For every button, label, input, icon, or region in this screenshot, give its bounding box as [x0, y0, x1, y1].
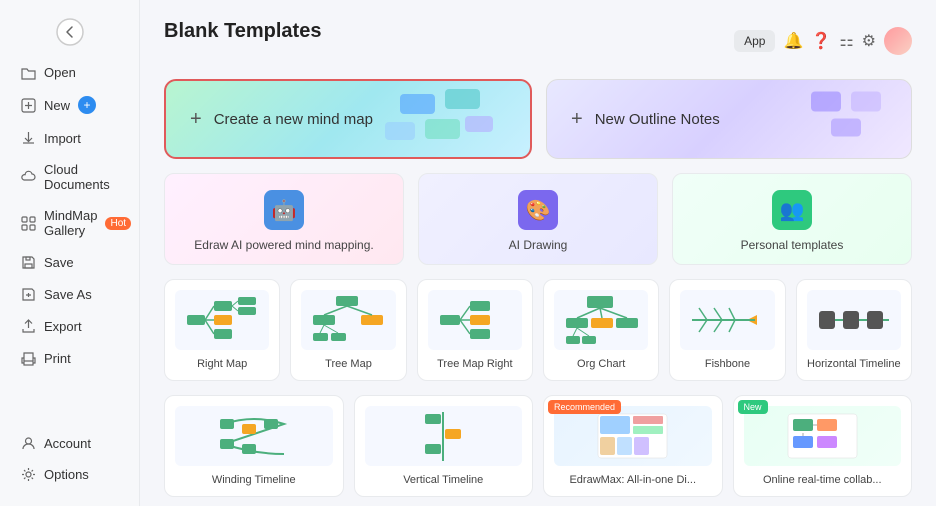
sidebar-label-gallery: MindMap Gallery: [44, 208, 97, 238]
template-card-horizontal-timeline[interactable]: Horizontal Timeline: [796, 279, 912, 381]
sidebar-item-save[interactable]: Save: [6, 247, 133, 277]
help-icon[interactable]: ❓: [811, 31, 831, 51]
saveas-icon: [20, 286, 36, 302]
edraw-ai-label: Edraw AI powered mind mapping.: [194, 238, 373, 252]
page-title: Blank Templates: [164, 20, 321, 43]
template-card-vertical-timeline[interactable]: Vertical Timeline: [354, 395, 534, 497]
gallery-badge: Hot: [105, 217, 131, 230]
template-grid-row2: Winding Timeline Vertical Timeline Recom…: [164, 395, 912, 497]
personal-templates-card[interactable]: 👥 Personal templates: [672, 173, 912, 265]
template-card-fishbone[interactable]: Fishbone: [669, 279, 785, 381]
horizontal-timeline-thumb: [807, 290, 901, 350]
outline-plus-icon: +: [571, 108, 583, 131]
new-badge: New: [738, 400, 768, 414]
sidebar-label-open: Open: [44, 65, 76, 80]
new-plus-button[interactable]: +: [78, 96, 96, 114]
right-map-label: Right Map: [197, 358, 247, 370]
outline-label: New Outline Notes: [595, 111, 720, 128]
new-icon: [20, 97, 36, 113]
org-chart-label: Org Chart: [577, 358, 625, 370]
template-card-tree-map[interactable]: Tree Map: [290, 279, 406, 381]
sidebar-item-saveas[interactable]: Save As: [6, 279, 133, 309]
personal-templates-label: Personal templates: [741, 238, 844, 252]
edrawmax-label: EdrawMax: All-in-one Di...: [569, 474, 696, 486]
personal-templates-icon: 👥: [772, 190, 812, 230]
sidebar-item-options[interactable]: Options: [6, 459, 133, 489]
fishbone-label: Fishbone: [705, 358, 750, 370]
print-icon: [20, 350, 36, 366]
sidebar-label-new: New: [44, 98, 70, 113]
ai-drawing-icon: 🎨: [518, 190, 558, 230]
template-card-online-collab[interactable]: New Online real-time collab...: [733, 395, 913, 497]
sidebar-label-print: Print: [44, 351, 71, 366]
top-cards-row: + Create a new mind map + New Outline No…: [164, 79, 912, 159]
tree-map-thumb: [301, 290, 395, 350]
template-card-edrawmax[interactable]: Recommended EdrawMax: All-in-one Di...: [543, 395, 723, 497]
export-icon: [20, 318, 36, 334]
back-button[interactable]: [0, 8, 139, 56]
ai-drawing-label: AI Drawing: [509, 238, 568, 252]
fishbone-thumb: [680, 290, 774, 350]
template-grid-row1: Right Map Tree Map: [164, 279, 912, 381]
settings-icon[interactable]: ⚙: [862, 31, 876, 51]
org-chart-thumb: [554, 290, 648, 350]
sidebar-item-print[interactable]: Print: [6, 343, 133, 373]
sidebar-label-cloud: Cloud Documents: [44, 162, 119, 192]
sidebar-label-export: Export: [44, 319, 82, 334]
bell-icon[interactable]: 🔔: [783, 31, 803, 51]
avatar[interactable]: [884, 27, 912, 55]
edraw-ai-icon: 🤖: [264, 190, 304, 230]
save-icon: [20, 254, 36, 270]
grid-icon[interactable]: ⚏: [839, 31, 853, 51]
new-outline-card[interactable]: + New Outline Notes: [546, 79, 912, 159]
online-collab-label: Online real-time collab...: [763, 474, 882, 486]
feature-cards-row: 🤖 Edraw AI powered mind mapping. 🎨 AI Dr…: [164, 173, 912, 265]
sidebar-item-gallery[interactable]: MindMap Gallery Hot: [6, 201, 133, 245]
sidebar-label-saveas: Save As: [44, 287, 92, 302]
import-icon: [20, 130, 36, 146]
sidebar-label-account: Account: [44, 436, 91, 451]
app-button[interactable]: App: [734, 30, 775, 52]
sidebar-item-export[interactable]: Export: [6, 311, 133, 341]
vertical-timeline-thumb: [365, 406, 523, 466]
account-icon: [20, 435, 36, 451]
main-content: Blank Templates App 🔔 ❓ ⚏ ⚙ + Create a n…: [140, 0, 936, 506]
create-card-decoration: [380, 84, 500, 154]
right-map-thumb: [175, 290, 269, 350]
edrawmax-thumb: [554, 406, 712, 466]
ai-drawing-card[interactable]: 🎨 AI Drawing: [418, 173, 658, 265]
sidebar-label-import: Import: [44, 131, 81, 146]
template-card-org-chart[interactable]: Org Chart: [543, 279, 659, 381]
recommended-badge: Recommended: [548, 400, 621, 414]
vertical-timeline-label: Vertical Timeline: [403, 474, 483, 486]
open-icon: [20, 64, 36, 80]
cloud-icon: [20, 169, 36, 185]
create-plus-icon: +: [190, 108, 202, 131]
tree-map-label: Tree Map: [325, 358, 372, 370]
options-icon: [20, 466, 36, 482]
online-collab-thumb: [744, 406, 902, 466]
sidebar-item-import[interactable]: Import: [6, 123, 133, 153]
tree-map-right-label: Tree Map Right: [437, 358, 512, 370]
edraw-ai-card[interactable]: 🤖 Edraw AI powered mind mapping.: [164, 173, 404, 265]
sidebar-item-cloud[interactable]: Cloud Documents: [6, 155, 133, 199]
sidebar-item-open[interactable]: Open: [6, 57, 133, 87]
sidebar-label-options: Options: [44, 467, 89, 482]
winding-timeline-label: Winding Timeline: [212, 474, 296, 486]
sidebar-item-new[interactable]: New +: [6, 89, 133, 121]
winding-timeline-thumb: [175, 406, 333, 466]
template-card-winding-timeline[interactable]: Winding Timeline: [164, 395, 344, 497]
template-card-tree-map-right[interactable]: Tree Map Right: [417, 279, 533, 381]
create-mindmap-label: Create a new mind map: [214, 111, 373, 128]
template-card-right-map[interactable]: Right Map: [164, 279, 280, 381]
gallery-icon: [20, 215, 36, 231]
create-mindmap-card[interactable]: + Create a new mind map: [164, 79, 532, 159]
sidebar-item-account[interactable]: Account: [6, 428, 133, 458]
tree-map-right-thumb: [428, 290, 522, 350]
horizontal-timeline-label: Horizontal Timeline: [807, 358, 901, 370]
sidebar-label-save: Save: [44, 255, 74, 270]
